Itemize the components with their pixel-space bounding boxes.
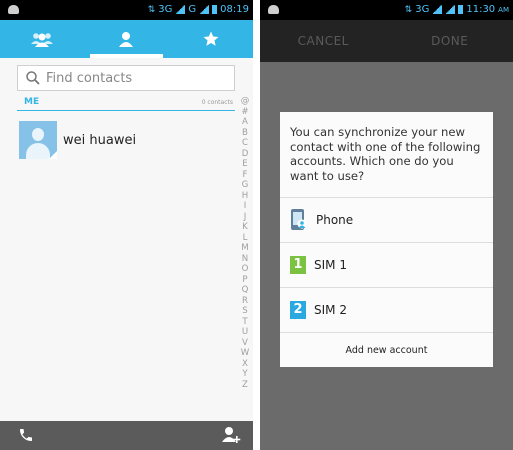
alphabet-letter[interactable]: Q: [242, 285, 249, 296]
alphabet-letter[interactable]: @: [241, 96, 250, 107]
alphabet-letter[interactable]: A: [242, 117, 248, 128]
star-icon: [203, 31, 219, 46]
done-button[interactable]: DONE: [387, 20, 513, 62]
search-input[interactable]: Find contacts: [17, 65, 235, 91]
data-icon: ⇅: [147, 4, 156, 15]
status-bar: ⇅ 3G 11:30 AM: [260, 0, 513, 20]
contact-name: wei huawei: [63, 133, 137, 148]
search-placeholder: Find contacts: [46, 70, 133, 86]
search-icon: [26, 71, 40, 85]
phone-account-icon: [291, 208, 307, 230]
alphabet-index[interactable]: @ # A B C D E F G H I J K L M N O P Q R S T U V W X Y Z: [238, 96, 252, 390]
signal-icon: [432, 5, 443, 14]
alphabet-letter[interactable]: L: [243, 233, 248, 244]
notification-icon: [268, 5, 279, 14]
alphabet-letter[interactable]: G: [242, 180, 249, 191]
alphabet-letter[interactable]: Y: [242, 369, 247, 380]
tab-favorites[interactable]: [169, 20, 253, 58]
add-contact-icon[interactable]: [221, 426, 241, 448]
tab-bar: [0, 20, 253, 58]
alphabet-letter[interactable]: V: [242, 338, 248, 349]
section-label: ME: [24, 97, 40, 107]
status-bar: ⇅ 3G G 08:19: [0, 0, 253, 20]
section-header-me: ME 0 contacts: [17, 97, 235, 111]
status-icons: ⇅ 3G G 08:19: [148, 4, 249, 15]
avatar: [19, 121, 57, 159]
signal-type-2: G: [188, 4, 197, 15]
bottom-action-bar: [0, 421, 253, 450]
phone-icon[interactable]: [18, 427, 34, 447]
alphabet-letter[interactable]: P: [242, 275, 247, 286]
status-icons: ⇅ 3G 11:30 AM: [405, 4, 509, 15]
alphabet-letter[interactable]: C: [242, 138, 248, 149]
battery-icon: [458, 5, 464, 14]
notification-icon: [8, 5, 19, 14]
alphabet-letter[interactable]: Z: [242, 380, 248, 391]
alphabet-letter[interactable]: M: [241, 243, 248, 254]
account-dialog: You can synchronize your new contact wit…: [280, 112, 493, 367]
signal-icon: [199, 5, 210, 14]
add-account-button[interactable]: Add new account: [280, 332, 493, 367]
status-ampm: AM: [498, 5, 509, 14]
status-time: 11:30: [466, 4, 496, 15]
groups-icon: [31, 33, 54, 47]
alphabet-letter[interactable]: H: [242, 191, 248, 202]
account-option-phone[interactable]: Phone: [280, 197, 493, 241]
alphabet-letter[interactable]: N: [242, 254, 248, 265]
person-icon: [119, 32, 134, 47]
alphabet-letter[interactable]: B: [242, 128, 248, 139]
status-time: 08:19: [220, 4, 249, 15]
alphabet-letter[interactable]: W: [241, 348, 250, 359]
alphabet-letter[interactable]: K: [242, 222, 248, 233]
option-label: SIM 2: [314, 302, 347, 317]
alphabet-letter[interactable]: F: [243, 170, 248, 181]
battery-icon: [212, 5, 218, 14]
alphabet-letter[interactable]: T: [242, 317, 247, 328]
account-option-sim2[interactable]: 2 SIM 2: [280, 287, 493, 331]
signal-type-1: 3G: [158, 4, 173, 15]
option-label: Phone: [316, 212, 354, 227]
cancel-button[interactable]: CANCEL: [260, 20, 387, 62]
option-label: SIM 1: [314, 257, 347, 272]
contact-count: 0 contacts: [201, 99, 233, 106]
contacts-screen: ⇅ 3G G 08:19 Find contacts ME 0 contacts…: [0, 0, 253, 450]
data-icon: ⇅: [404, 4, 413, 15]
signal-icon: [175, 5, 186, 14]
sim2-icon: 2: [290, 300, 306, 319]
alphabet-letter[interactable]: D: [242, 149, 249, 160]
account-select-screen: ⇅ 3G 11:30 AM CANCEL DONE You can synchr…: [260, 0, 513, 450]
alphabet-letter[interactable]: E: [242, 159, 247, 170]
alphabet-letter[interactable]: R: [242, 296, 248, 307]
sim1-icon: 1: [290, 255, 306, 274]
alphabet-letter[interactable]: S: [242, 306, 247, 317]
alphabet-letter[interactable]: X: [242, 359, 248, 370]
action-bar: CANCEL DONE: [260, 20, 513, 62]
account-option-sim1[interactable]: 1 SIM 1: [280, 242, 493, 286]
signal-icon: [445, 5, 456, 14]
alphabet-letter[interactable]: O: [242, 264, 249, 275]
signal-type: 3G: [415, 4, 430, 15]
dialog-message: You can synchronize your new contact wit…: [290, 125, 481, 183]
alphabet-letter[interactable]: U: [242, 327, 248, 338]
tab-contacts[interactable]: [84, 20, 168, 58]
alphabet-letter[interactable]: I: [244, 201, 247, 212]
contact-row-me[interactable]: wei huawei: [17, 119, 235, 161]
alphabet-letter[interactable]: J: [244, 212, 247, 223]
tab-groups[interactable]: [0, 20, 84, 58]
alphabet-letter[interactable]: #: [241, 107, 248, 118]
add-account-label: Add new account: [345, 344, 428, 356]
